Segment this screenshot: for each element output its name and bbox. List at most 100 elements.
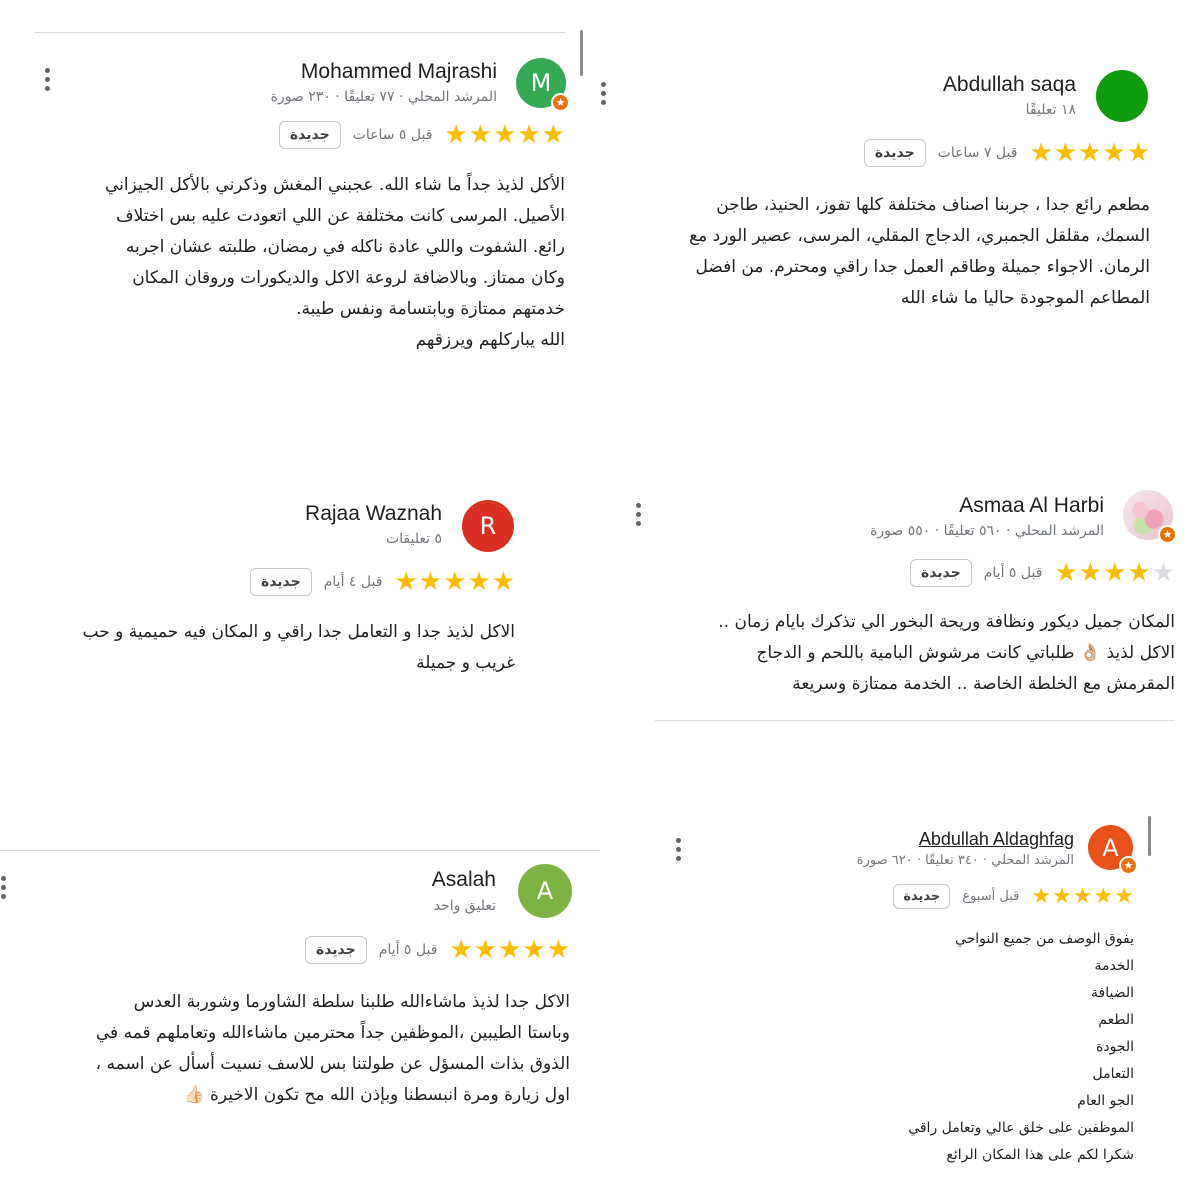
reviewer-meta: ٥ تعليقات [385,531,442,547]
reviewer-meta: ١٨ تعليقًا [1025,102,1076,118]
review-text-line: الموظفين على خلق عالي وتعامل راقي [908,1120,1134,1136]
new-badge: جديدة [909,559,972,587]
star-filled-icon: ★ [1102,138,1126,168]
review-text-line: المقرمش مع الخلطة الخاصة .. الخدمة ممتاز… [792,674,1175,694]
review-text-line: الجو العام [1077,1093,1134,1109]
avatar[interactable]: ★ [1123,490,1177,544]
review-text-line: المطاعم الموجودة حاليا ما شاء الله [900,288,1150,308]
review-card: Abdullah saqa ١٨ تعليقًا ★ ★ ★ ★ ★ قبل ٧ ساع… [590,0,1200,470]
star-filled-icon: ★ [1031,883,1052,909]
avatar-letter: M [530,69,552,97]
new-badge: جديدة [249,568,312,596]
star-rating: ★ ★ ★ ★ ★ [1029,140,1150,166]
review-card: M ★ Mohammed Majrashi المرشد المحلي · ٧٧… [0,0,590,470]
review-text-line: المكان جميل ديكور ونظافة وريحة البخور ال… [718,612,1175,632]
reviewer-name[interactable]: Asalah [432,868,496,892]
more-options-button[interactable] [44,68,50,91]
star-filled-icon: ★ [473,935,498,965]
review-text-line: وكان ممتاز. وبالاضافة لروعة الاكل والديك… [132,268,565,288]
star-rating: ★ ★ ★ ★ ★ [449,937,570,963]
local-guide-icon: ★ [1158,525,1177,544]
rating-row: ★ ★ ★ ★ ★ قبل أسبوع جديدة [893,884,1134,909]
review-text-line: اول زيارة ومرة انبسطنا وبإذن الله مح تكو… [183,1085,570,1105]
star-filled-icon: ★ [493,120,517,150]
star-rating: ★ ★ ★ ★ ★ [444,122,565,148]
new-badge: جديدة [278,121,341,149]
review-text: المكان جميل ديكور ونظافة وريحة البخور ال… [718,607,1175,700]
star-filled-icon: ★ [491,567,515,597]
review-text-line: الضيافة [1091,985,1134,1001]
review-text-line: الأصيل. المرسى كانت مختلفة عن اللي اتعود… [115,206,565,226]
review-text-line: مطعم رائع جدا ، جربنا اصناف مختلفة كلها … [716,195,1150,215]
reviewer-name[interactable]: Mohammed Majrashi [301,60,497,84]
star-filled-icon: ★ [418,567,443,597]
review-card: R Rajaa Waznah ٥ تعليقات ★ ★ ★ ★ ★ قبل ٤ أيا… [0,470,590,770]
review-time: قبل ٤ أيام [323,574,383,590]
divider [0,850,600,851]
reviewer-meta: تعليق واحد [433,898,496,914]
review-text: يفوق الوصف من جميع النواحي الخدمة الضيافة ا… [908,926,1134,1169]
review-text: الاكل جدا لذيذ ماشاءالله طلبنا سلطة الشا… [96,987,570,1111]
review-card: A Asalah تعليق واحد ★ ★ ★ ★ ★ قبل ٥ أيام جدي… [0,770,600,1200]
review-text-line: يفوق الوصف من جميع النواحي [954,931,1134,947]
reviewer-meta: المرشد المحلي · ٥٦٠ تعليقًا · ٥٥٠ صورة [870,523,1104,539]
rating-row: ★ ★ ★ ★ ★ قبل ٧ ساعات جديدة [863,139,1150,167]
star-filled-icon: ★ [1052,883,1072,909]
avatar[interactable]: A [518,864,572,918]
star-filled-icon: ★ [1054,558,1078,588]
review-text-line: الأكل لذيذ جداً ما شاء الله. عجبني المغش… [105,175,565,195]
star-rating: ★ ★ ★ ★ ★ [1054,560,1175,586]
review-text-line: الاكل لذيذ 👌🏼 طلباتي كانت مرشوش البامية … [756,643,1175,663]
review-time: قبل أسبوع [962,889,1020,904]
more-options-button[interactable] [0,876,6,899]
star-filled-icon: ★ [443,567,467,597]
avatar[interactable]: A ★ [1088,825,1138,875]
avatar-letter: A [536,877,554,905]
avatar[interactable]: R [462,500,514,552]
more-options-button[interactable] [675,838,681,861]
reviewer-name[interactable]: Asmaa Al Harbi [959,494,1104,518]
star-filled-icon: ★ [467,567,491,597]
reviewer-name[interactable]: Abdullah saqa [943,73,1076,97]
review-text-line: شكرا لكم على هذا المكان الرائع [946,1147,1134,1163]
review-text-line: الطعم [1098,1012,1134,1028]
rating-row: ★ ★ ★ ★ ★ قبل ٥ أيام جديدة [909,559,1175,587]
review-text-line: الرمان. الاجواء جميلة وطاقم العمل جدا را… [695,257,1150,277]
review-time: قبل ٥ أيام [378,942,438,958]
more-options-button[interactable] [600,82,606,105]
review-text: مطعم رائع جدا ، جربنا اصناف مختلفة كلها … [689,190,1150,314]
reviewer-name[interactable]: Abdullah Aldaghfag [919,829,1074,850]
rating-row: ★ ★ ★ ★ ★ قبل ٥ أيام جديدة [304,936,570,964]
star-filled-icon: ★ [1053,138,1078,168]
review-text-line: الخدمة [1094,958,1134,974]
review-text-line: رائع. الشفوت واللي عادة ناكله في رمضان، … [125,237,565,257]
review-text-line: الذوق بذات المسؤل عن طولتنا بس للاسف نسي… [95,1054,570,1074]
more-options-button[interactable] [635,503,641,526]
scrollbar[interactable] [580,30,583,76]
more-vertical-icon [0,876,6,881]
star-rating: ★ ★ ★ ★ ★ [1031,883,1134,909]
avatar[interactable] [1096,70,1148,122]
reviewer-name[interactable]: Rajaa Waznah [305,502,442,526]
rating-row: ★ ★ ★ ★ ★ قبل ٥ ساعات جديدة [278,121,565,149]
review-text-line: السمك، مقلقل الجمبري، الدجاج المقلي، الم… [689,226,1150,246]
review-card: A ★ Abdullah Aldaghfag المرشد المحلي · ٣… [600,770,1200,1200]
star-filled-icon: ★ [1114,883,1134,909]
star-filled-icon: ★ [468,120,493,150]
avatar[interactable]: M ★ [516,58,570,112]
divider [35,32,565,33]
review-card: ★ Asmaa Al Harbi المرشد المحلي · ٥٦٠ تعل… [590,470,1200,770]
star-filled-icon: ★ [1078,558,1103,588]
star-empty-icon: ★ [1151,558,1175,588]
star-filled-icon: ★ [541,120,565,150]
rating-row: ★ ★ ★ ★ ★ قبل ٤ أيام جديدة [249,568,515,596]
review-time: قبل ٥ ساعات [352,127,433,143]
star-filled-icon: ★ [1029,138,1053,168]
scrollbar[interactable] [1148,816,1151,856]
avatar-letter: R [479,512,497,540]
star-filled-icon: ★ [546,935,570,965]
star-filled-icon: ★ [1127,558,1151,588]
star-filled-icon: ★ [1078,138,1102,168]
star-rating: ★ ★ ★ ★ ★ [394,569,515,595]
review-text-line: الجودة [1096,1039,1134,1055]
